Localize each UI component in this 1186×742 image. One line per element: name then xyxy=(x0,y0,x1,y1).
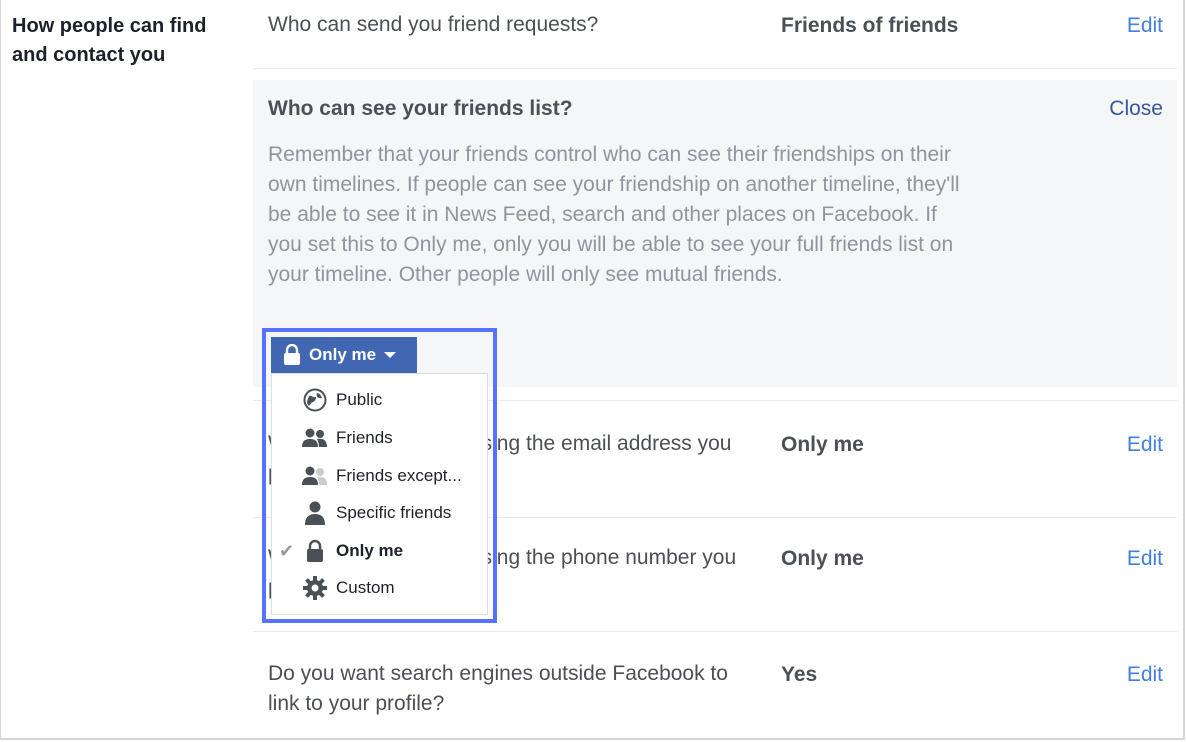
globe-icon xyxy=(302,387,328,413)
setting-description: Remember that your friends control who c… xyxy=(268,143,960,286)
lock-icon xyxy=(302,538,328,564)
menu-item-label: Specific friends xyxy=(336,503,452,522)
setting-value: Only me xyxy=(781,547,864,570)
edit-link[interactable]: Edit xyxy=(1127,547,1163,571)
friends-except-icon xyxy=(302,463,328,489)
menu-item-specific-friends[interactable]: Specific friends xyxy=(272,495,487,531)
menu-item-custom[interactable]: Custom xyxy=(272,570,487,606)
audience-label: Only me xyxy=(309,345,377,364)
menu-item-public[interactable]: Public xyxy=(272,382,487,418)
setting-row: Who can send you friend requests? Friend… xyxy=(253,0,1177,69)
caret-down-icon xyxy=(384,352,397,358)
audience-selector-button[interactable]: Only me xyxy=(271,337,417,373)
menu-item-friends-except[interactable]: Friends except... xyxy=(272,458,487,494)
menu-item-label: Only me xyxy=(336,541,404,560)
setting-value: Yes xyxy=(781,663,818,686)
setting-row: Do you want search engines outside Faceb… xyxy=(253,632,1177,740)
gear-icon xyxy=(302,575,328,601)
edit-link[interactable]: Edit xyxy=(1127,433,1163,457)
setting-value: Friends of friends xyxy=(781,14,959,37)
menu-item-friends[interactable]: Friends xyxy=(272,420,487,456)
setting-title: Who can see your friends list? xyxy=(268,97,573,120)
menu-item-label: Friends xyxy=(336,428,393,447)
setting-question: Who can send you friend requests? xyxy=(268,13,599,36)
edit-link[interactable]: Edit xyxy=(1127,14,1163,38)
menu-item-label: Public xyxy=(336,390,383,409)
edit-link[interactable]: Edit xyxy=(1127,663,1163,687)
button-area xyxy=(417,337,488,373)
menu-item-label: Custom xyxy=(336,578,395,597)
lock-icon xyxy=(284,344,300,365)
friends-icon xyxy=(302,425,328,451)
setting-value: Only me xyxy=(781,433,864,456)
menu-item-only-me[interactable]: ✔ Only me xyxy=(272,533,487,569)
audience-menu: Public Friends Friends except... Specifi… xyxy=(271,373,488,615)
close-link[interactable]: Close xyxy=(1109,97,1163,121)
setting-question: Do you want search engines outside Faceb… xyxy=(268,662,728,715)
person-icon xyxy=(302,500,328,526)
section-title: How people can find and contact you xyxy=(12,15,207,66)
checkmark-icon: ✔ xyxy=(279,540,295,561)
menu-item-label: Friends except... xyxy=(336,466,462,485)
